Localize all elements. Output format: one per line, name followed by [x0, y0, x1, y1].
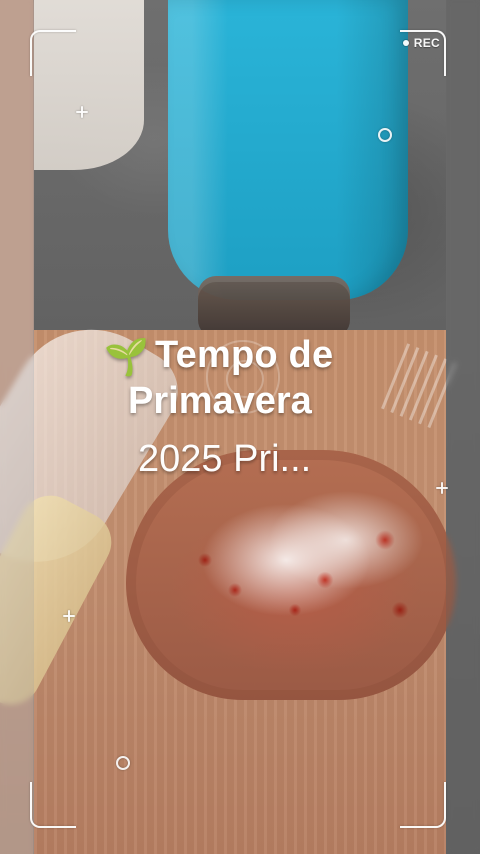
left-blur-bar	[0, 0, 34, 854]
hot-sauce	[175, 500, 435, 640]
frame-corner-bottom-right	[400, 782, 446, 828]
crosshair-plus-icon	[63, 610, 75, 622]
rec-dot-icon	[402, 40, 409, 46]
caption-overlay: 🌱 Tempo de Primavera 2025 Pri...	[104, 334, 424, 480]
crosshair-plus-icon	[76, 106, 88, 118]
right-blur-bar	[446, 0, 480, 854]
cup-base	[198, 276, 350, 338]
frame-corner-top-left	[30, 30, 76, 76]
crosshair-ring-icon	[116, 756, 130, 770]
sprout-icon: 🌱	[104, 336, 150, 377]
caption-text-line-1: Tempo de	[155, 334, 334, 376]
caption-line-1: 🌱 Tempo de	[104, 334, 424, 377]
frame-corner-bottom-left	[30, 782, 76, 828]
caption-text-line-2: Primavera	[128, 379, 312, 422]
blue-cup	[168, 0, 408, 300]
record-indicator: REC	[402, 36, 440, 50]
caption-text-line-3: 2025 Pri...	[138, 437, 312, 480]
rec-label: REC	[413, 36, 440, 50]
camera-screen: REC 🌱 Tempo de Primavera 2025 Pri...	[0, 0, 480, 854]
crosshair-ring-icon	[378, 128, 392, 142]
background-wall	[34, 0, 144, 170]
crosshair-plus-icon	[436, 482, 448, 494]
